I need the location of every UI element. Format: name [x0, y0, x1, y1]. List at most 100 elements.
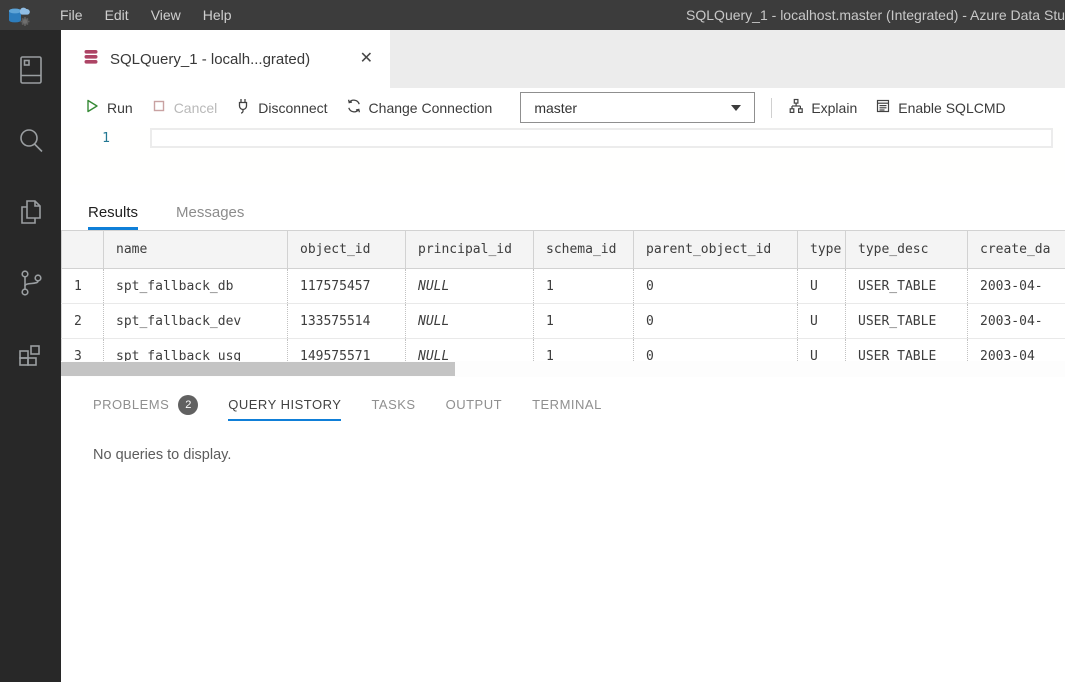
change-connection-icon: [346, 98, 362, 117]
grid-cell[interactable]: 2003-04: [968, 339, 1065, 362]
results-tab-bar: Results Messages: [61, 185, 1065, 230]
enable-sqlcmd-label: Enable SQLCMD: [898, 100, 1005, 116]
grid-cell[interactable]: USER_TABLE: [846, 339, 968, 362]
grid-cell[interactable]: spt_fallback_dev: [104, 304, 288, 339]
cancel-label: Cancel: [174, 100, 218, 116]
grid-cell[interactable]: 133575514: [288, 304, 406, 339]
tab-messages[interactable]: Messages: [176, 204, 244, 230]
problems-label: PROBLEMS: [93, 397, 169, 412]
sql-editor[interactable]: 1: [61, 127, 1065, 185]
change-connection-label: Change Connection: [369, 100, 493, 116]
menu-view[interactable]: View: [140, 0, 192, 30]
table-row: 3 spt_fallback_usg 149575571 NULL 1 0 U …: [62, 339, 1065, 362]
connections-icon: [15, 54, 47, 91]
window-title: SQLQuery_1 - localhost.master (Integrate…: [676, 7, 1065, 23]
explain-icon: [788, 98, 804, 117]
grid-cell[interactable]: U: [798, 339, 846, 362]
chevron-down-icon: [731, 105, 741, 111]
enable-sqlcmd-button[interactable]: Enable SQLCMD: [875, 98, 1005, 117]
row-number-cell[interactable]: 3: [62, 339, 104, 362]
grid-column-header[interactable]: type: [798, 231, 846, 269]
change-connection-button[interactable]: Change Connection: [346, 98, 493, 117]
grid-cell[interactable]: NULL: [406, 339, 534, 362]
toolbar-separator: [771, 98, 772, 118]
activity-bar-source-control[interactable]: [7, 265, 55, 305]
grid-cell[interactable]: USER_TABLE: [846, 269, 968, 304]
activity-bar-extensions[interactable]: [7, 336, 55, 376]
grid-cell[interactable]: 1: [534, 269, 634, 304]
grid-column-header[interactable]: create_da: [968, 231, 1065, 269]
grid-cell[interactable]: NULL: [406, 304, 534, 339]
row-number-cell[interactable]: 2: [62, 304, 104, 339]
table-row: 2 spt_fallback_dev 133575514 NULL 1 0 U …: [62, 304, 1065, 339]
run-button[interactable]: Run: [84, 98, 133, 117]
disconnect-icon: [235, 98, 251, 117]
notebooks-icon: [15, 196, 47, 233]
results-grid: name object_id principal_id schema_id pa…: [61, 230, 1065, 361]
grid-header-row: name object_id principal_id schema_id pa…: [62, 231, 1065, 269]
grid-column-header[interactable]: object_id: [288, 231, 406, 269]
menu-help[interactable]: Help: [192, 0, 243, 30]
problems-count-badge: 2: [178, 395, 198, 415]
database-dropdown[interactable]: master: [520, 92, 755, 123]
activity-bar-notebooks[interactable]: [7, 194, 55, 234]
grid-cell[interactable]: 1: [534, 339, 634, 362]
tab-output[interactable]: OUTPUT: [446, 390, 502, 421]
run-label: Run: [107, 100, 133, 116]
grid-cell[interactable]: U: [798, 304, 846, 339]
menu-edit[interactable]: Edit: [94, 0, 140, 30]
grid-cell[interactable]: U: [798, 269, 846, 304]
grid-cell[interactable]: 117575457: [288, 269, 406, 304]
grid-cell[interactable]: 1: [534, 304, 634, 339]
tab-query-history[interactable]: QUERY HISTORY: [228, 390, 341, 421]
empty-state-message: No queries to display.: [93, 447, 1065, 463]
grid-cell[interactable]: 0: [634, 339, 798, 362]
query-toolbar: Run Cancel Disconnect: [61, 88, 1065, 127]
grid-column-header[interactable]: parent_object_id: [634, 231, 798, 269]
database-dropdown-value: master: [534, 100, 577, 116]
grid-cell[interactable]: 0: [634, 304, 798, 339]
explain-button[interactable]: Explain: [788, 98, 857, 117]
grid-column-header[interactable]: schema_id: [534, 231, 634, 269]
panel-tab-bar: PROBLEMS 2 QUERY HISTORY TASKS OUTPUT TE…: [93, 390, 1065, 421]
row-number-cell[interactable]: 1: [62, 269, 104, 304]
disconnect-button[interactable]: Disconnect: [235, 98, 327, 117]
editor-tab-bar: SQLQuery_1 - localh...grated) ✕: [61, 30, 1065, 88]
title-bar: File Edit View Help SQLQuery_1 - localho…: [0, 0, 1065, 30]
grid-cell[interactable]: spt_fallback_usg: [104, 339, 288, 362]
horizontal-scrollbar[interactable]: [61, 361, 1065, 377]
bottom-panel: PROBLEMS 2 QUERY HISTORY TASKS OUTPUT TE…: [61, 377, 1065, 682]
tab-results[interactable]: Results: [88, 204, 138, 230]
tab-problems[interactable]: PROBLEMS 2: [93, 390, 198, 421]
grid-cell[interactable]: spt_fallback_db: [104, 269, 288, 304]
grid-column-header[interactable]: type_desc: [846, 231, 968, 269]
menu-file[interactable]: File: [49, 0, 94, 30]
main-area: SQLQuery_1 - localh...grated) ✕ Run Canc…: [61, 30, 1065, 682]
grid-cell[interactable]: 2003-04-: [968, 304, 1065, 339]
tab-terminal[interactable]: TERMINAL: [532, 390, 602, 421]
disconnect-label: Disconnect: [258, 100, 327, 116]
explain-label: Explain: [811, 100, 857, 116]
grid-cell[interactable]: 149575571: [288, 339, 406, 362]
grid-cell[interactable]: 2003-04-: [968, 269, 1065, 304]
current-line-highlight: [150, 128, 1053, 148]
grid-column-header[interactable]: [62, 231, 104, 269]
results-table: name object_id principal_id schema_id pa…: [61, 230, 1065, 361]
grid-cell[interactable]: NULL: [406, 269, 534, 304]
grid-column-header[interactable]: name: [104, 231, 288, 269]
database-icon: [82, 49, 100, 70]
tab-sqlquery1[interactable]: SQLQuery_1 - localh...grated) ✕: [61, 30, 390, 88]
grid-cell[interactable]: USER_TABLE: [846, 304, 968, 339]
search-icon: [15, 125, 47, 162]
scrollbar-thumb[interactable]: [61, 362, 455, 376]
grid-column-header[interactable]: principal_id: [406, 231, 534, 269]
activity-bar: [0, 30, 61, 682]
activity-bar-connections[interactable]: [7, 52, 55, 92]
cancel-icon: [151, 98, 167, 117]
source-control-icon: [15, 267, 47, 304]
cancel-button[interactable]: Cancel: [151, 98, 218, 117]
tab-tasks[interactable]: TASKS: [371, 390, 415, 421]
activity-bar-search[interactable]: [7, 123, 55, 163]
close-icon[interactable]: ✕: [357, 50, 376, 68]
grid-cell[interactable]: 0: [634, 269, 798, 304]
